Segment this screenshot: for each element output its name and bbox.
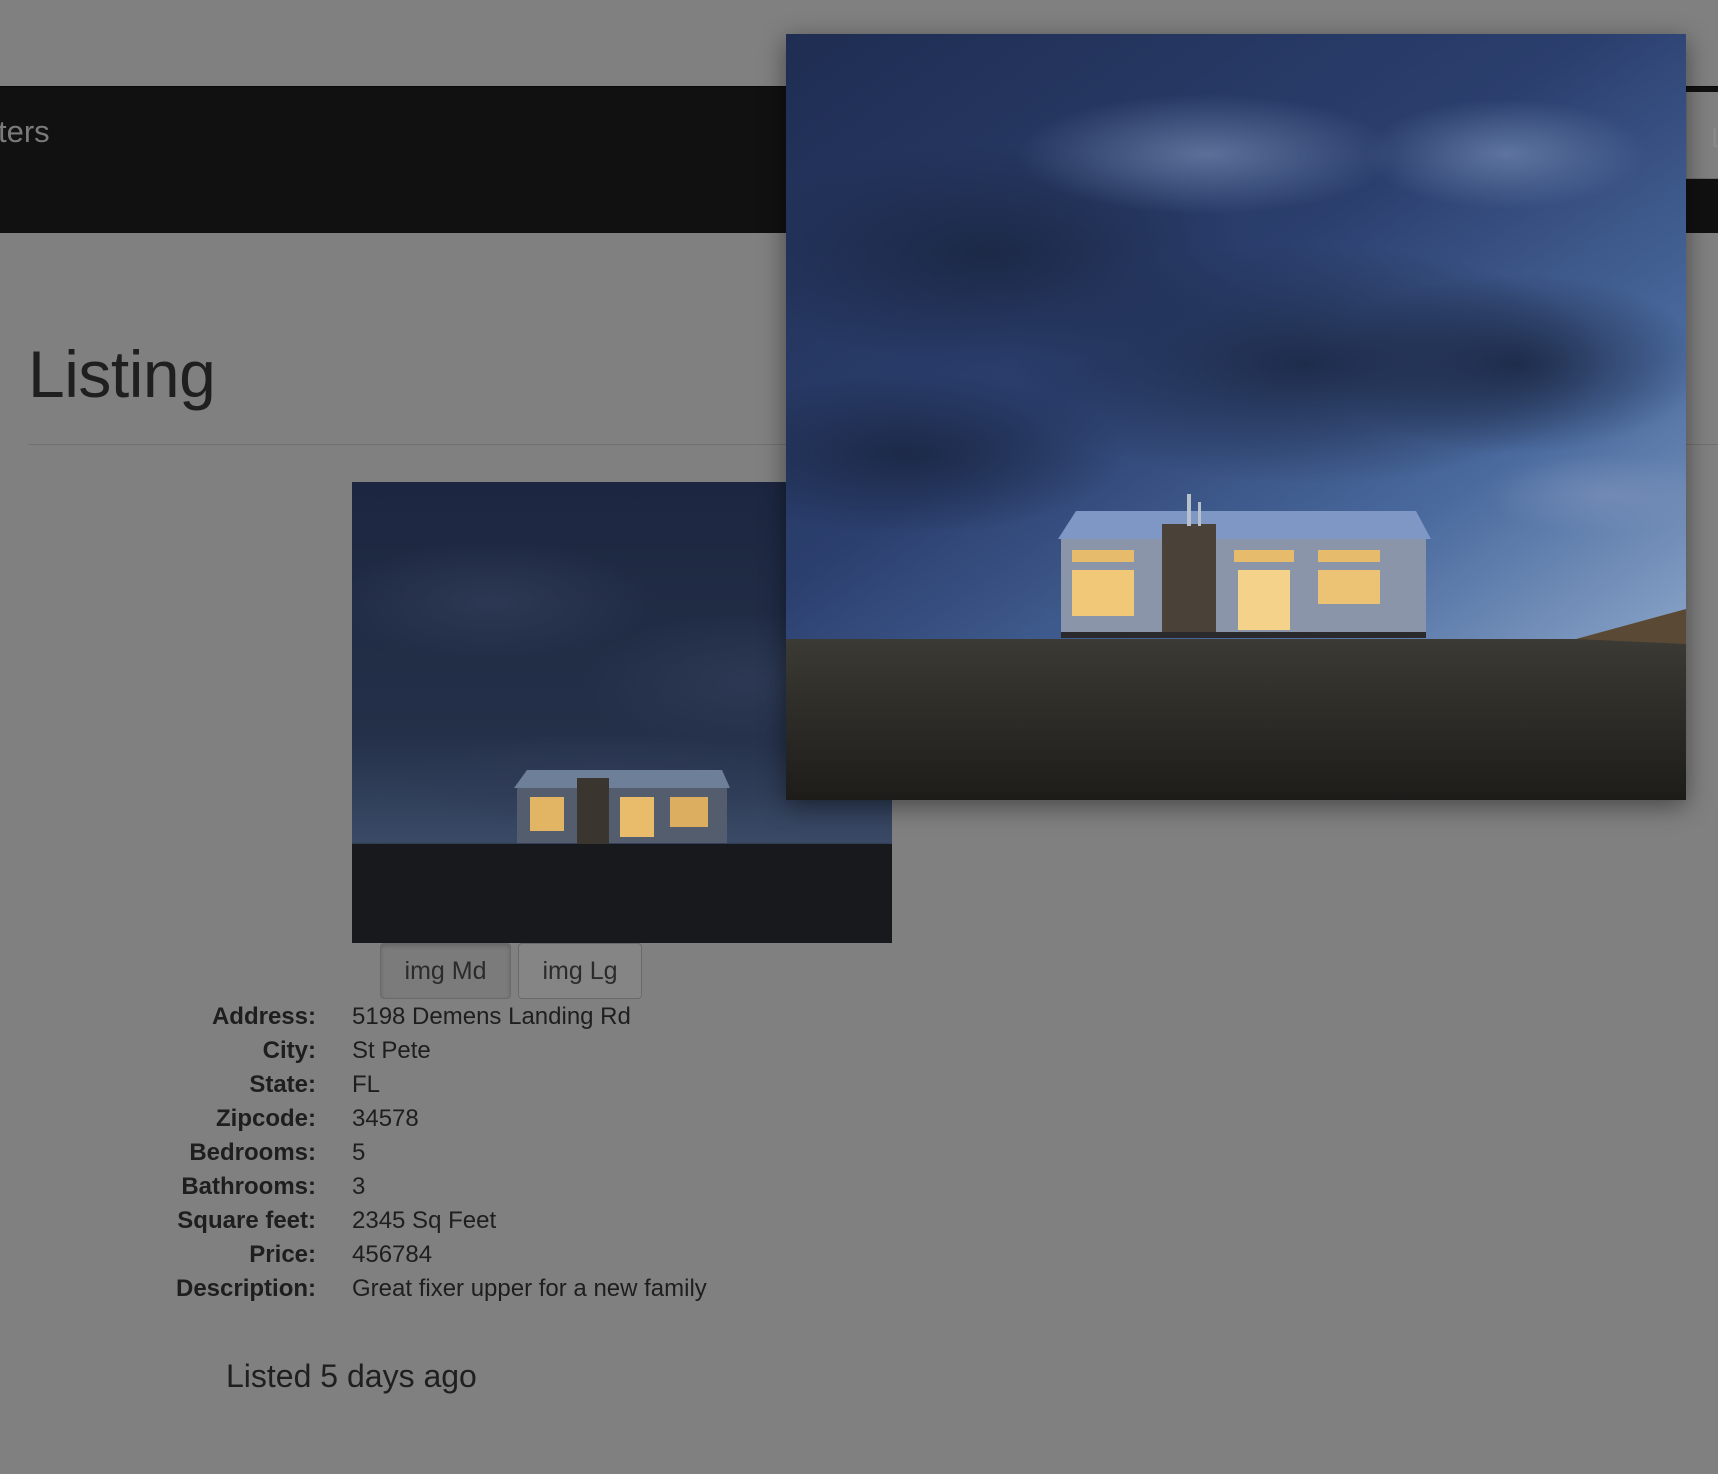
detail-label: Bedrooms: xyxy=(189,1139,316,1166)
detail-value: St Pete xyxy=(352,1037,431,1064)
nav-dropdown-partial[interactable]: L xyxy=(1686,92,1718,179)
nav-dropdown-label: L xyxy=(1711,122,1718,154)
detail-row-bedrooms: Bedrooms: 5 xyxy=(0,1137,900,1171)
detail-value: Great fixer upper for a new family xyxy=(352,1275,707,1302)
detail-label: Square feet: xyxy=(177,1207,316,1234)
detail-label: State: xyxy=(249,1071,316,1098)
detail-label: Description: xyxy=(175,1275,316,1302)
detail-row-city: City: St Pete xyxy=(0,1035,900,1069)
page: ters L Listing xyxy=(0,0,1718,1474)
page-title: Listing xyxy=(28,337,216,411)
detail-row-price: Price: 456784 xyxy=(0,1239,900,1273)
listed-age-text: Listed 5 days ago xyxy=(226,1358,477,1394)
detail-value: 456784 xyxy=(352,1241,433,1268)
detail-label: Address: xyxy=(211,1003,316,1030)
detail-row-state: State: FL xyxy=(0,1069,900,1103)
img-md-button[interactable]: img Md xyxy=(380,943,511,999)
img-lg-button[interactable]: img Lg xyxy=(518,943,642,999)
house-photo-large[interactable] xyxy=(786,34,1686,800)
nav-link-partial[interactable]: ters xyxy=(0,114,50,150)
detail-label: City: xyxy=(262,1037,316,1064)
detail-row-address: Address: 5198 Demens Landing Rd xyxy=(0,1001,900,1035)
detail-row-square-feet: Square feet: 2345 Sq Feet xyxy=(0,1205,900,1239)
detail-row-description: Description: Great fixer upper for a new… xyxy=(0,1273,900,1307)
detail-value: FL xyxy=(352,1071,381,1098)
detail-value: 2345 Sq Feet xyxy=(352,1207,497,1234)
detail-value: 34578 xyxy=(352,1105,419,1132)
listing-details: Address: 5198 Demens Landing Rd City: St… xyxy=(0,1001,900,1307)
detail-row-bathrooms: Bathrooms: 3 xyxy=(0,1171,900,1205)
detail-row-zipcode: Zipcode: 34578 xyxy=(0,1103,900,1137)
detail-value: 3 xyxy=(352,1173,366,1200)
detail-label: Price: xyxy=(249,1241,316,1268)
detail-label: Zipcode: xyxy=(216,1105,316,1132)
detail-label: Bathrooms: xyxy=(181,1173,316,1200)
detail-value: 5198 Demens Landing Rd xyxy=(352,1003,631,1030)
detail-value: 5 xyxy=(352,1139,366,1166)
